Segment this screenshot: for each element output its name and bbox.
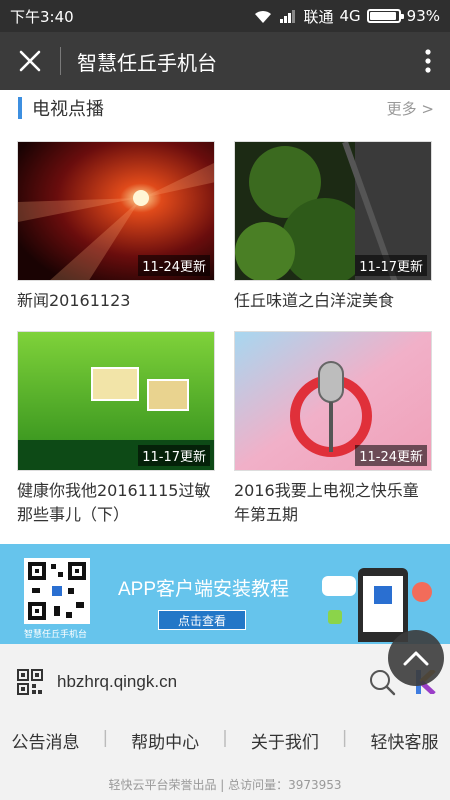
site-url: hbzhrq.qingk.cn: [57, 672, 178, 691]
video-card[interactable]: 11-17更新 任丘味道之白洋淀美食: [234, 141, 432, 313]
footer-link-notices[interactable]: 公告消息: [11, 728, 79, 753]
section-more-link[interactable]: 更多 >: [387, 98, 434, 119]
section-header: 电视点播 更多 >: [0, 90, 450, 126]
network-label: 4G: [339, 7, 361, 25]
signal-icon: [280, 10, 296, 23]
link-divider: |: [102, 728, 109, 748]
battery-icon: [366, 9, 404, 23]
footer-link-support[interactable]: 轻快客服: [371, 728, 439, 753]
footer: hbzhrq.qingk.cn 公告消息 | 帮助中心 | 关于我们 | 轻快客…: [0, 644, 450, 800]
carrier-label: 联通: [303, 7, 334, 26]
wifi-icon: [255, 10, 272, 23]
status-right: 联通 4G 93%: [253, 6, 440, 27]
status-time: 下午3:40: [10, 7, 74, 26]
link-divider: |: [341, 728, 348, 748]
video-thumbnail[interactable]: 11-24更新: [17, 141, 215, 281]
video-title[interactable]: 健康你我他20161115过敏那些事儿（下）: [17, 479, 215, 527]
phone-illustration: [322, 568, 432, 642]
qr-scan-icon[interactable]: [17, 669, 43, 695]
chevron-up-icon: [403, 651, 429, 666]
more-menu-button[interactable]: [406, 32, 450, 90]
video-card[interactable]: 11-24更新 新闻20161123: [17, 141, 215, 313]
title-bar: 智慧任丘手机台: [0, 32, 450, 90]
video-update-badge: 11-24更新: [138, 255, 210, 276]
video-title[interactable]: 新闻20161123: [17, 289, 215, 313]
video-update-badge: 11-17更新: [355, 255, 427, 276]
footer-link-about[interactable]: 关于我们: [251, 728, 319, 753]
qr-code-image: [24, 558, 90, 624]
link-divider: |: [222, 728, 228, 748]
more-vert-icon: [425, 49, 431, 73]
app-install-banner[interactable]: 智慧任丘手机台 APP客户端安装教程 点击查看: [0, 544, 450, 644]
video-title[interactable]: 任丘味道之白洋淀美食: [234, 289, 432, 313]
video-update-badge: 11-24更新: [355, 445, 427, 466]
page-title: 智慧任丘手机台: [77, 50, 217, 75]
section-accent-bar: [18, 97, 22, 119]
url-row: hbzhrq.qingk.cn: [0, 662, 450, 702]
video-card[interactable]: 11-17更新 健康你我他20161115过敏那些事儿（下）: [17, 331, 215, 527]
banner-caption: 智慧任丘手机台: [24, 630, 88, 640]
video-thumbnail[interactable]: 11-17更新: [234, 141, 432, 281]
battery-label: 93%: [406, 7, 440, 25]
section-title: 电视点播: [32, 99, 104, 120]
video-card[interactable]: 11-24更新 2016我要上电视之快乐童年第五期: [234, 331, 432, 527]
video-thumbnail[interactable]: 11-24更新: [234, 331, 432, 471]
scroll-to-top-button[interactable]: [388, 630, 444, 686]
status-bar: 下午3:40 联通 4G 93%: [0, 0, 450, 32]
video-update-badge: 11-17更新: [138, 445, 210, 466]
video-title[interactable]: 2016我要上电视之快乐童年第五期: [234, 479, 432, 527]
banner-view-button[interactable]: 点击查看: [158, 610, 246, 630]
video-grid: 11-24更新 新闻20161123 11-17更新 任丘味道之白洋淀美食 11…: [0, 126, 450, 544]
copyright-text: 轻快云平台荣誉出品 | 总访问量：3973953: [108, 778, 342, 792]
video-thumbnail[interactable]: 11-17更新: [17, 331, 215, 471]
close-icon: [19, 50, 41, 72]
footer-links: 公告消息 | 帮助中心 | 关于我们 | 轻快客服: [0, 728, 450, 753]
close-button[interactable]: [0, 32, 60, 90]
banner-title: APP客户端安装教程: [118, 579, 290, 600]
footer-link-help[interactable]: 帮助中心: [131, 728, 199, 753]
title-divider: [60, 47, 61, 75]
